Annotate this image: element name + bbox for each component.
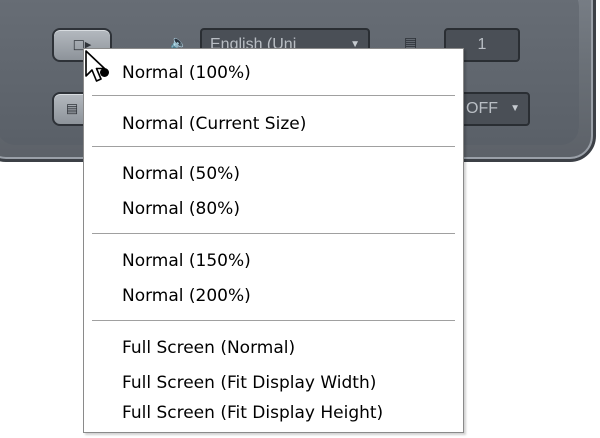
menu-separator [92,95,455,97]
subtitle-toggle-value: OFF [466,100,498,117]
menu-item-label: Normal (100%) [122,63,251,83]
menu-item-normal-50[interactable]: Normal (50%) [122,162,240,186]
menu-item-normal-80[interactable]: Normal (80%) [122,197,240,221]
menu-item-normal-current-size[interactable]: Normal (Current Size) [122,112,306,136]
mouse-pointer-icon [85,50,106,82]
menu-item-label: Normal (150%) [122,251,251,271]
menu-item-label: Full Screen (Fit Display Width) [122,373,377,393]
menu-item-fullscreen-fit-width[interactable]: Full Screen (Fit Display Width) [122,371,376,395]
menu-item-normal-200[interactable]: Normal (200%) [122,284,251,308]
menu-item-label: Normal (50%) [122,164,240,184]
menu-separator [92,146,455,148]
view-size-menu: Normal (100%) Normal (Current Size) Norm… [83,48,464,433]
menu-item-label: Normal (200%) [122,286,251,306]
chevron-down-icon: ▼ [510,103,520,114]
menu-item-label: Full Screen (Fit Display Height) [122,403,384,423]
screen: □▸ ▤ 🔈 English (Uni ▼ ▤ 1 OFF ▼ Normal (… [0,0,600,438]
menu-item-fullscreen-fit-height[interactable]: Full Screen (Fit Display Height) [122,401,383,425]
menu-separator [92,320,455,322]
menu-separator [92,233,455,235]
menu-item-normal-150[interactable]: Normal (150%) [122,249,251,273]
counter-value: 1 [477,36,487,53]
menu-item-label: Full Screen (Normal) [122,338,296,358]
menu-item-label: Normal (Current Size) [122,114,307,134]
menu-item-fullscreen-normal[interactable]: Full Screen (Normal) [122,336,295,360]
menu-item-normal-100[interactable]: Normal (100%) [122,61,251,85]
menu-item-label: Normal (80%) [122,199,240,219]
list-icon: ▤ [65,101,79,117]
